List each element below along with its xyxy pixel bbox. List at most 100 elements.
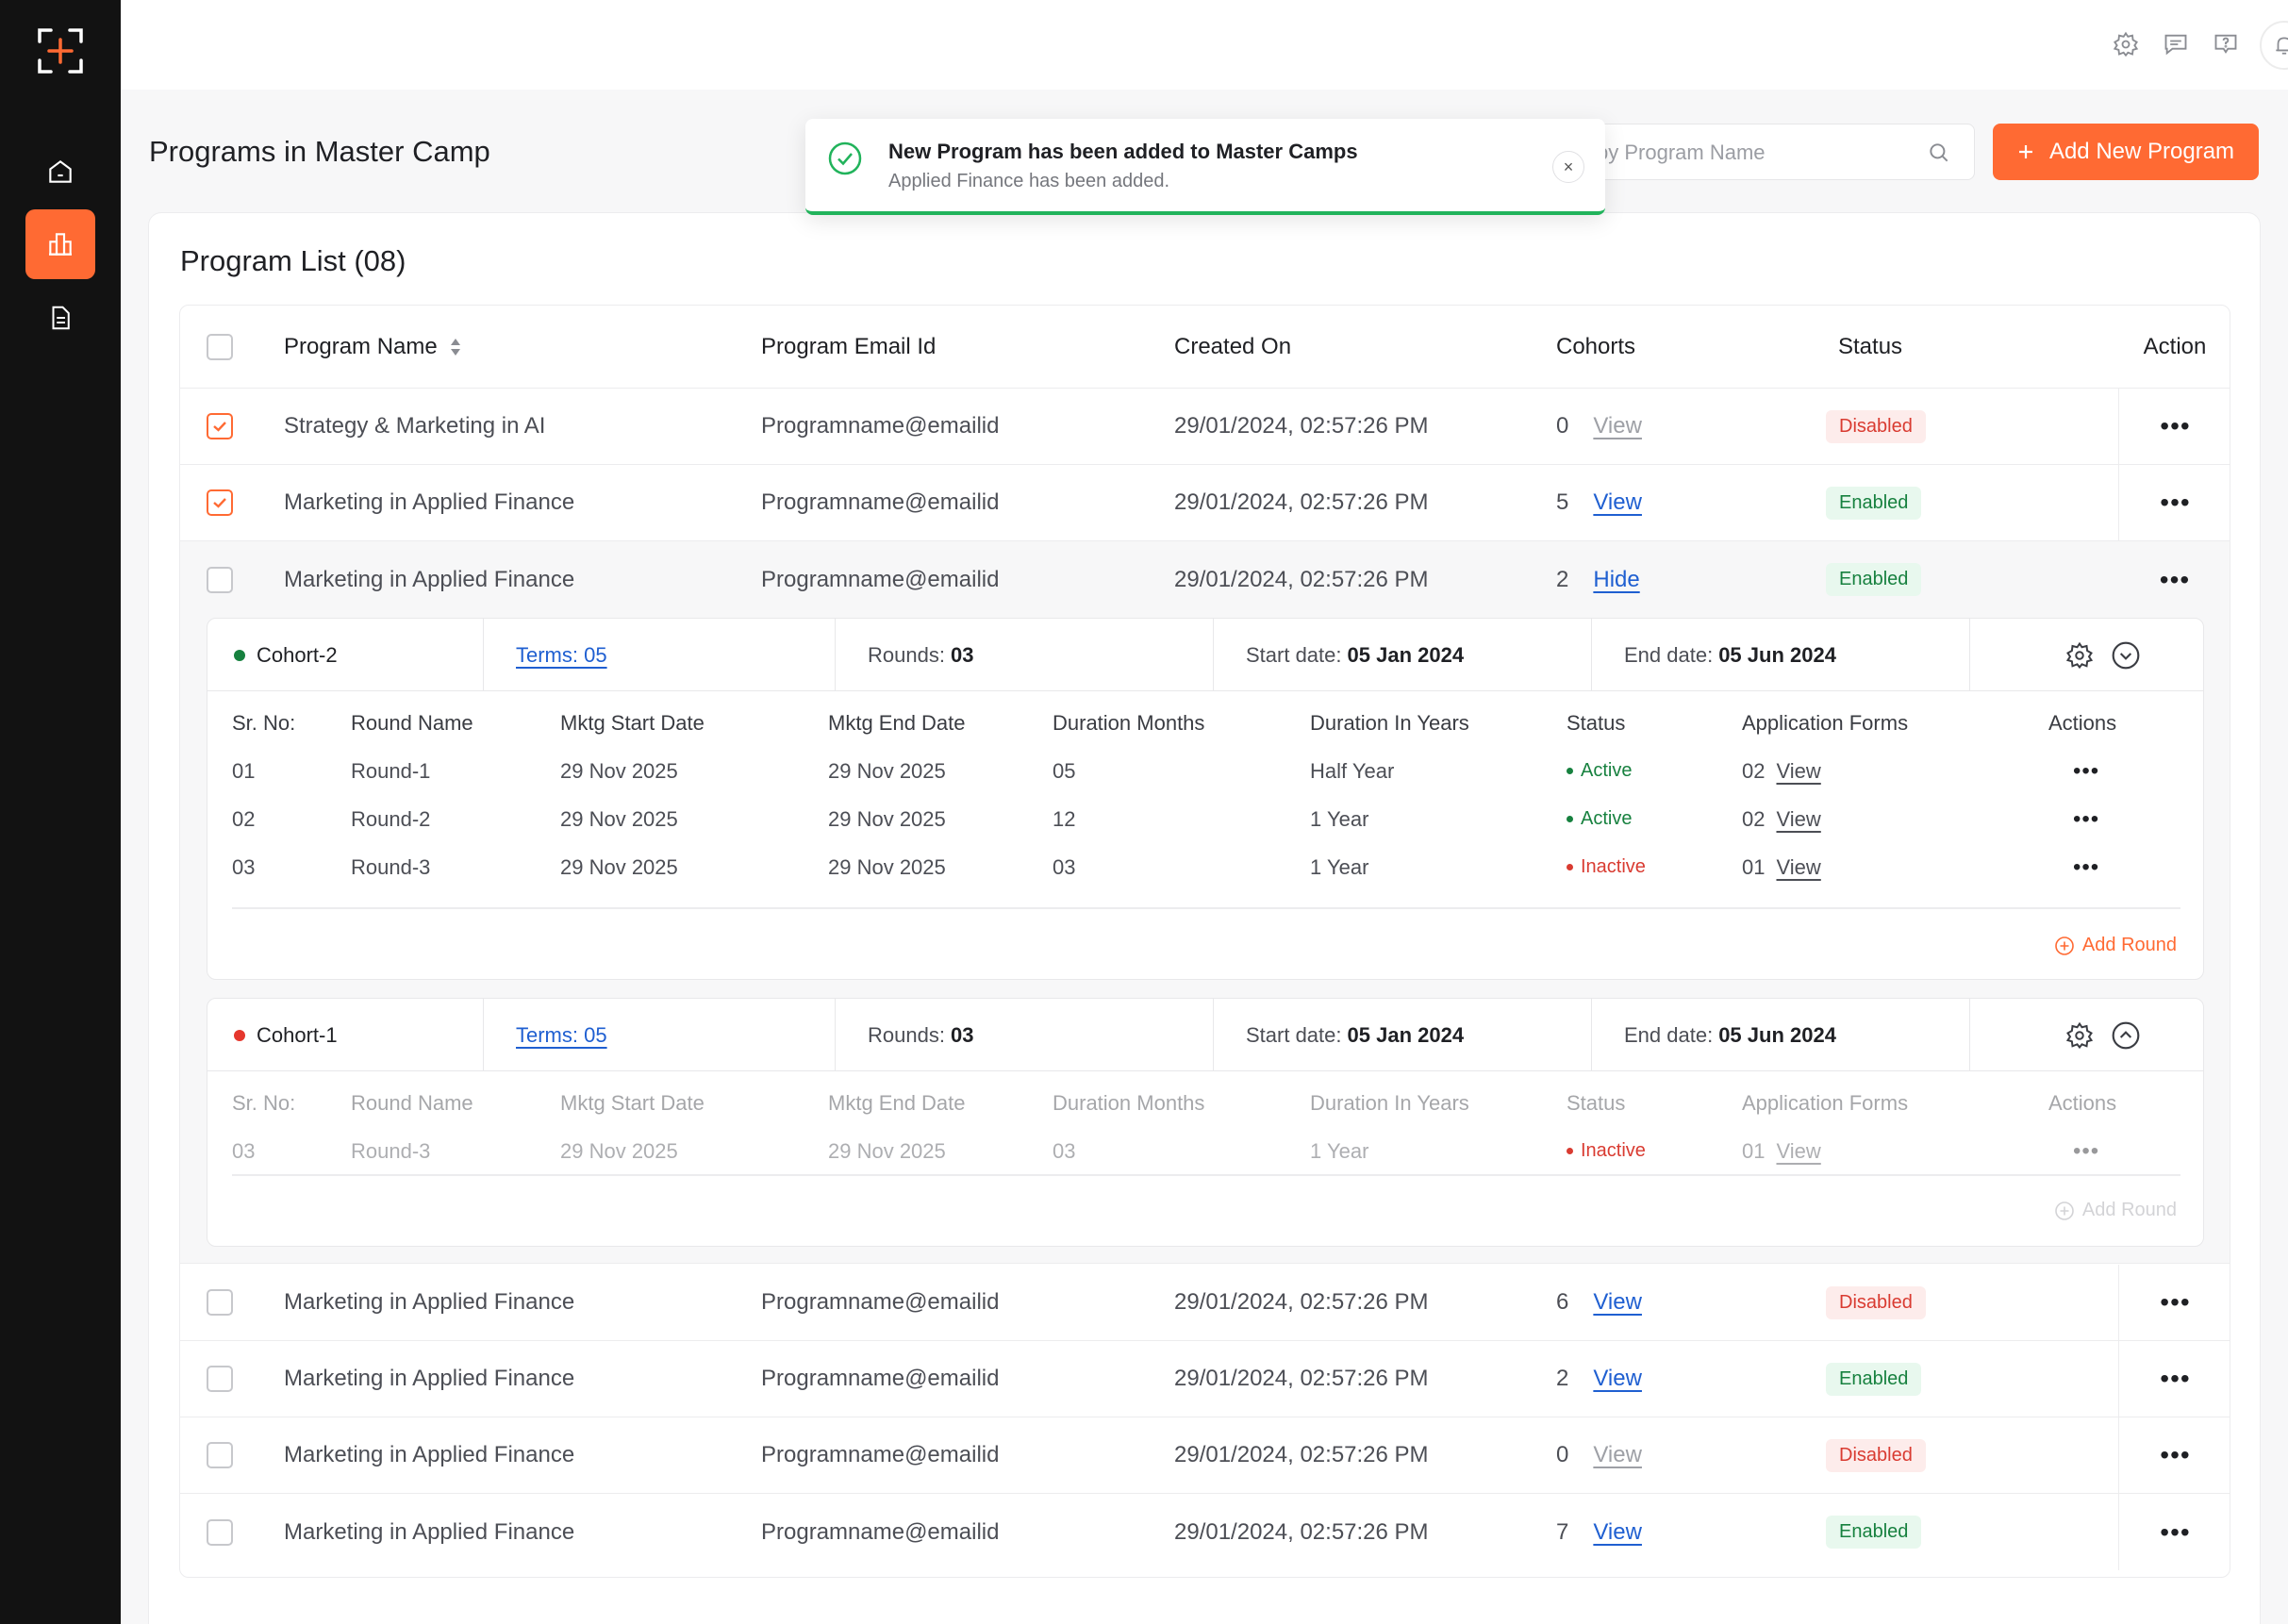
program-email: Programname@emailid xyxy=(761,1518,1000,1545)
program-name: Strategy & Marketing in AI xyxy=(284,413,546,439)
program-email: Programname@emailid xyxy=(761,566,1000,592)
round-actions-menu[interactable]: ••• xyxy=(2073,806,2099,833)
table-row[interactable]: Marketing in Applied Finance Programname… xyxy=(180,1494,2230,1570)
notifications-button[interactable] xyxy=(2260,21,2288,70)
column-program-name[interactable]: Program Name xyxy=(284,306,462,388)
row-checkbox[interactable] xyxy=(207,1518,233,1546)
row-checkbox[interactable] xyxy=(207,1366,233,1392)
settings-icon[interactable] xyxy=(2065,641,2094,670)
row-actions-menu[interactable]: ••• xyxy=(2160,1517,2190,1548)
created-on: 29/01/2024, 02:57:26 PM xyxy=(1174,489,1429,515)
row-actions-menu[interactable]: ••• xyxy=(2160,488,2190,518)
terms-link[interactable]: Terms: 05 xyxy=(516,643,607,668)
cohort-panel: Cohort-2 Terms: 05 Rounds: 03 Start date:… xyxy=(207,618,2204,980)
terms-link[interactable]: Terms: 05 xyxy=(516,1023,607,1048)
topbar xyxy=(121,0,2288,90)
plus-circle-icon xyxy=(2055,936,2074,955)
row-checkbox[interactable] xyxy=(207,413,233,439)
round-actions-menu[interactable]: ••• xyxy=(2073,854,2099,881)
program-email: Programname@emailid xyxy=(761,1289,1000,1315)
sidebar-item-documents[interactable] xyxy=(25,283,95,353)
row-checkbox[interactable] xyxy=(207,1442,233,1468)
chevron-up-icon[interactable] xyxy=(2111,1020,2141,1051)
round-status-label: Inactive xyxy=(1581,856,1646,877)
program-name: Marketing in Applied Finance xyxy=(284,489,575,515)
column-status: Status xyxy=(1838,333,1903,359)
start-date-value: 05 Jan 2024 xyxy=(1347,642,1465,667)
settings-icon[interactable] xyxy=(2108,26,2144,62)
column-created: Created On xyxy=(1174,333,1292,359)
column-action: Action xyxy=(2143,333,2207,359)
chat-icon[interactable] xyxy=(2158,26,2194,62)
row-checkbox[interactable] xyxy=(207,1289,233,1316)
settings-icon[interactable] xyxy=(2065,1021,2094,1050)
add-new-program-button[interactable]: Add New Program xyxy=(1993,124,2259,180)
add-round-button[interactable]: Add Round xyxy=(2054,935,2177,956)
chevron-down-icon[interactable] xyxy=(2111,640,2141,671)
document-icon xyxy=(52,306,70,330)
col-application-forms: Application Forms xyxy=(1742,710,1909,735)
sort-icon[interactable] xyxy=(449,337,462,357)
round-months: 03 xyxy=(1053,1138,1076,1163)
select-all-checkbox[interactable] xyxy=(207,333,233,360)
round-forms-count: 02 xyxy=(1742,758,1766,783)
cohort-hide-link[interactable]: Hide xyxy=(1593,567,1639,593)
round-status: Active xyxy=(1567,795,1632,843)
rounds-label: Rounds: xyxy=(868,642,945,667)
row-actions-menu[interactable]: ••• xyxy=(2160,565,2190,595)
row-checkbox[interactable] xyxy=(207,566,233,593)
round-months: 03 xyxy=(1053,854,1076,879)
add-round-label: Add Round xyxy=(2081,935,2177,955)
round-start: 29 Nov 2025 xyxy=(560,1138,678,1163)
app-logo-icon[interactable] xyxy=(34,25,87,77)
round-actions-menu[interactable]: ••• xyxy=(2073,1138,2099,1165)
round-name: Round-3 xyxy=(351,854,431,879)
round-row: 03 Round-3 29 Nov 2025 29 Nov 2025 03 1 … xyxy=(232,843,2180,891)
row-actions-menu[interactable]: ••• xyxy=(2160,411,2190,441)
table-row-expanded[interactable]: Marketing in Applied Finance Programname… xyxy=(180,541,2230,618)
cohort-view-link[interactable]: View xyxy=(1593,413,1642,439)
sidebar-item-programs[interactable] xyxy=(25,209,95,279)
col-actions: Actions xyxy=(2048,710,2117,735)
plus-icon xyxy=(2018,145,2032,158)
cohort-header: Cohort-2 Terms: 05 Rounds: 03 Start date:… xyxy=(207,619,2203,691)
search-input[interactable]: by Program Name xyxy=(1567,124,1975,180)
cohort-view-link[interactable]: View xyxy=(1593,1442,1642,1468)
row-actions-menu[interactable]: ••• xyxy=(2160,1287,2190,1317)
cohort-view-link[interactable]: View xyxy=(1593,1289,1642,1316)
cohort-status-dot xyxy=(234,1029,245,1041)
cohort-view-link[interactable]: View xyxy=(1593,1366,1642,1392)
help-icon[interactable] xyxy=(2208,26,2244,62)
round-forms-view-link[interactable]: View xyxy=(1776,855,1820,880)
add-round-button[interactable]: Add Round xyxy=(2054,1200,2177,1221)
table-row[interactable]: Marketing in Applied Finance Programname… xyxy=(180,465,2230,541)
table-row[interactable]: Marketing in Applied Finance Programname… xyxy=(180,1341,2230,1417)
table-row[interactable]: Strategy & Marketing in AI Programname@e… xyxy=(180,389,2230,465)
round-forms-view-link[interactable]: View xyxy=(1776,759,1820,784)
toast-close-button[interactable]: × xyxy=(1552,151,1584,183)
row-actions-menu[interactable]: ••• xyxy=(2160,1364,2190,1394)
cohort-view-link[interactable]: View xyxy=(1593,489,1642,516)
add-round-label: Add Round xyxy=(2081,1200,2177,1220)
cohort-header: Cohort-1 Terms: 05 Rounds: 03 Start date:… xyxy=(207,999,2203,1071)
table-row[interactable]: Marketing in Applied Finance Programname… xyxy=(180,1417,2230,1494)
sidebar-item-home[interactable] xyxy=(25,137,95,207)
row-checkbox[interactable] xyxy=(207,489,233,516)
round-actions-menu[interactable]: ••• xyxy=(2073,758,2099,785)
round-forms-view-link[interactable]: View xyxy=(1776,1139,1820,1164)
round-status-label: Active xyxy=(1581,808,1633,829)
cohort-name: Cohort-1 xyxy=(257,1022,338,1047)
table-row[interactable]: Marketing in Applied Finance Programname… xyxy=(180,1265,2230,1341)
round-end: 29 Nov 2025 xyxy=(828,854,946,879)
round-years: Half Year xyxy=(1310,758,1395,783)
round-end: 29 Nov 2025 xyxy=(828,806,946,831)
col-duration-years: Duration In Years xyxy=(1310,710,1469,735)
round-start: 29 Nov 2025 xyxy=(560,758,678,783)
success-check-icon xyxy=(828,141,862,175)
created-on: 29/01/2024, 02:57:26 PM xyxy=(1174,566,1429,592)
row-actions-menu[interactable]: ••• xyxy=(2160,1440,2190,1470)
rounds-label: Rounds: xyxy=(868,1022,945,1047)
created-on: 29/01/2024, 02:57:26 PM xyxy=(1174,1289,1429,1315)
cohort-view-link[interactable]: View xyxy=(1593,1519,1642,1546)
round-forms-view-link[interactable]: View xyxy=(1776,807,1820,832)
